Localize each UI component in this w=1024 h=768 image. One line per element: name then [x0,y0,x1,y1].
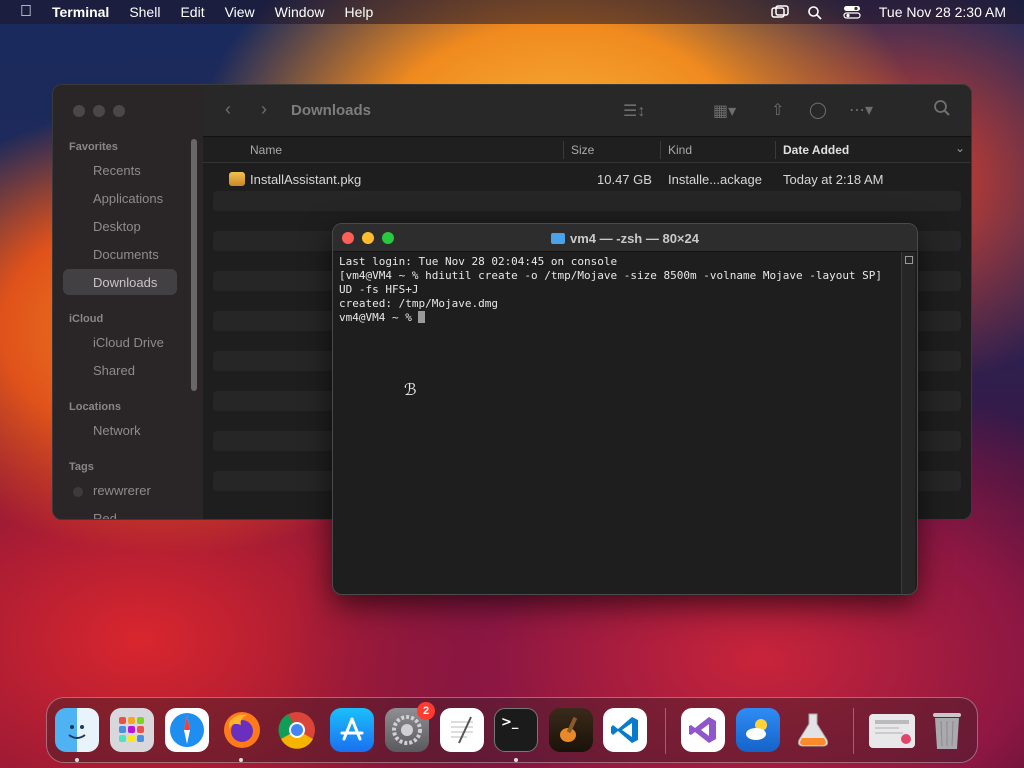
menu-view[interactable]: View [225,4,255,20]
visual-studio-dock-icon[interactable] [681,708,725,752]
menu-bar:  Terminal Shell Edit View Window Help T… [0,0,1024,24]
trash-icon[interactable] [925,708,969,752]
textedit-dock-icon[interactable] [440,708,484,752]
sidebar-item-icloud-drive[interactable]: iCloud Drive [93,335,164,350]
file-row[interactable]: InstallAssistant.pkg 10.47 GB Installe..… [203,169,971,191]
column-divider [563,141,564,159]
sidebar-item-downloads[interactable]: Downloads [93,275,157,290]
file-name: InstallAssistant.pkg [250,172,362,187]
dock-separator [853,708,854,754]
sidebar-item-network[interactable]: Network [93,423,141,438]
column-divider [775,141,776,159]
ibeam-cursor-icon: ℬ [404,380,417,399]
terminal-prompt-glyph: >_ [501,715,519,730]
firefox-dock-icon[interactable] [220,708,264,752]
column-divider [660,141,661,159]
finder-close-button[interactable] [73,105,85,117]
folder-icon [551,233,565,244]
terminal-prompt-line[interactable]: vm4@VM4 ~ % [339,311,905,325]
terminal-dock-icon[interactable]: >_ [494,708,538,752]
column-headers: Name Size Kind Date Added ⌄ [203,137,971,163]
finder-toolbar: ‹ › Downloads ☰↕ ▦▾ ⇧ ◯ ⋯▾ [203,85,971,137]
launchpad-dock-icon[interactable] [110,708,154,752]
back-chevron-icon[interactable]: ‹ [225,99,231,120]
apple-menu-icon[interactable]:  [0,3,52,21]
sidebar-item-documents[interactable]: Documents [93,247,159,262]
terminal-prompt: vm4@VM4 ~ % [339,311,419,324]
downloads-stack-icon[interactable] [869,714,915,748]
menu-shell[interactable]: Shell [129,4,160,20]
menu-window[interactable]: Window [275,4,325,20]
file-date-added: Today at 2:18 AM [783,172,884,187]
spotlight-search-icon[interactable] [807,5,825,20]
sidebar-header-favorites: Favorites [69,141,118,153]
control-center-icon[interactable] [843,5,861,19]
group-icon[interactable]: ▦▾ [713,101,736,121]
column-name[interactable]: Name [250,143,282,157]
garageband-dock-icon[interactable] [549,708,593,752]
notification-badge: 2 [417,702,435,720]
list-view-icon[interactable]: ☰↕ [623,101,645,121]
forward-chevron-icon[interactable]: › [261,99,267,120]
terminal-line: UD -fs HFS+J [339,283,419,296]
column-date-added[interactable]: Date Added [783,143,849,157]
file-size: 10.47 GB [597,172,652,187]
screen-mirroring-icon[interactable] [771,5,789,19]
menu-clock[interactable]: Tue Nov 28 2:30 AM [879,4,1006,20]
terminal-window[interactable]: vm4 — -zsh — 80×24 Last login: Tue Nov 2… [332,223,918,595]
terminal-output[interactable]: Last login: Tue Nov 28 02:04:45 on conso… [339,255,905,325]
sidebar-item-applications[interactable]: Applications [93,191,163,206]
sidebar-tag-red[interactable]: Red [93,511,117,519]
sidebar-header-tags: Tags [69,461,94,473]
weather-dock-icon[interactable] [736,708,780,752]
terminal-title: vm4 — -zsh — 80×24 [333,231,917,246]
safari-dock-icon[interactable] [165,708,209,752]
terminal-line: [vm4@VM4 ~ % hdiutil create -o /tmp/Moja… [339,269,883,282]
sort-chevron-down-icon[interactable]: ⌄ [955,141,965,155]
chrome-dock-icon[interactable] [275,708,319,752]
sidebar-header-locations: Locations [69,401,121,413]
package-icon [229,172,245,186]
more-actions-icon[interactable]: ⋯▾ [849,100,873,120]
finder-minimize-button[interactable] [93,105,105,117]
sidebar-scrollbar[interactable] [191,139,197,391]
sidebar-tag-rewwrerer[interactable]: rewwrerer [93,483,151,498]
terminal-title-text: vm4 — -zsh — 80×24 [570,231,699,246]
finder-title: Downloads [291,102,372,119]
finder-zoom-button[interactable] [113,105,125,117]
sidebar-item-shared[interactable]: Shared [93,363,135,378]
search-icon[interactable] [933,99,951,122]
installer-dock-icon[interactable] [791,708,835,752]
terminal-cursor [418,311,426,323]
terminal-title-bar[interactable]: vm4 — -zsh — 80×24 [333,224,917,252]
file-kind: Installe...ackage [668,172,762,187]
finder-sidebar: Favorites Recents Applications Desktop D… [53,85,203,519]
share-icon[interactable]: ⇧ [771,100,784,120]
sidebar-item-recents[interactable]: Recents [93,163,141,178]
terminal-line: created: /tmp/Mojave.dmg [339,297,498,310]
finder-window-controls [73,105,125,117]
column-size[interactable]: Size [571,143,594,157]
sidebar-header-icloud: iCloud [69,313,104,325]
tag-icon[interactable]: ◯ [809,100,827,120]
dock-separator [665,708,666,754]
column-kind[interactable]: Kind [668,143,692,157]
system-settings-dock-icon[interactable]: 2 [385,702,435,752]
terminal-scrollbar[interactable] [901,252,915,594]
finder-dock-icon[interactable] [55,708,99,752]
dock: 2 >_ [46,697,978,763]
menu-edit[interactable]: Edit [180,4,204,20]
sidebar-item-desktop[interactable]: Desktop [93,219,141,234]
menu-help[interactable]: Help [344,4,373,20]
tag-color-dot [73,487,83,497]
vscode-dock-icon[interactable] [603,708,647,752]
running-indicator [514,758,518,762]
running-indicator [239,758,243,762]
scrollbar-split-button[interactable] [905,256,913,264]
menu-app-name[interactable]: Terminal [52,4,109,20]
empty-row [213,191,961,211]
running-indicator [75,758,79,762]
terminal-line: Last login: Tue Nov 28 02:04:45 on conso… [339,255,618,268]
app-store-dock-icon[interactable] [330,708,374,752]
